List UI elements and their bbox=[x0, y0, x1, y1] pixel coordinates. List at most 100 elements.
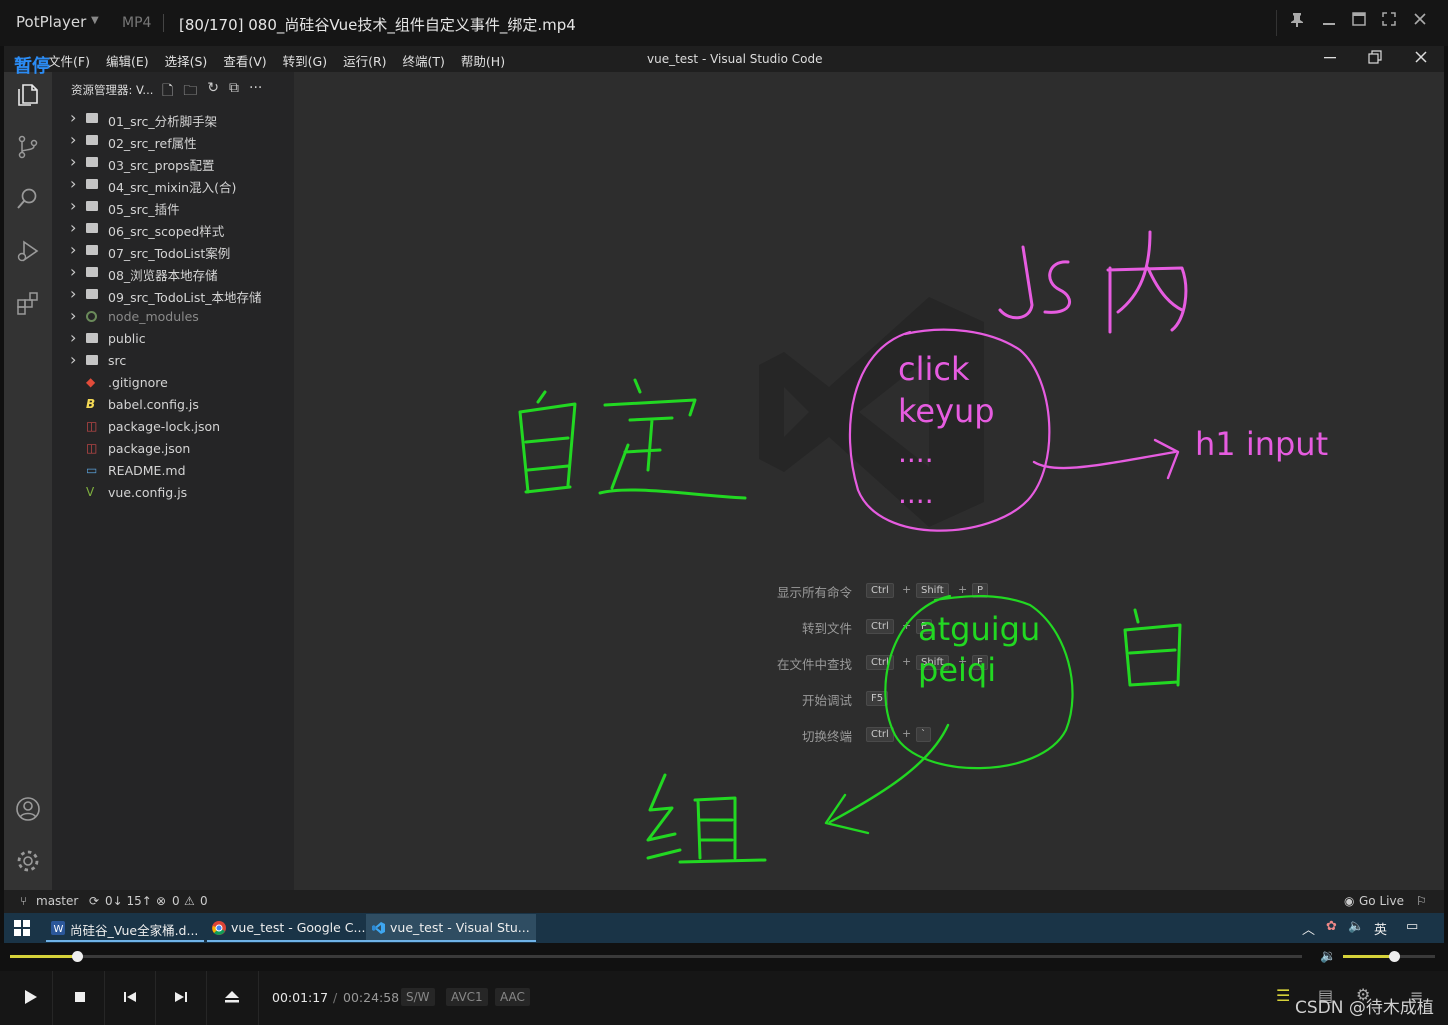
menu-help[interactable]: 帮助(H) bbox=[461, 51, 505, 70]
volume-icon[interactable]: 🔉 bbox=[1320, 949, 1336, 964]
tree-item[interactable]: › 04_src_mixin混入(合) bbox=[52, 174, 294, 196]
tray-app-icon[interactable]: ✿ bbox=[1326, 919, 1337, 934]
chevron-right-icon[interactable]: › bbox=[70, 174, 76, 193]
tree-item[interactable]: › src bbox=[52, 350, 294, 372]
audio-codec-tag[interactable]: AAC bbox=[495, 988, 530, 1006]
chevron-right-icon[interactable]: › bbox=[70, 152, 76, 171]
tree-item[interactable]: Bbabel.config.js bbox=[52, 394, 294, 416]
chevron-right-icon[interactable]: › bbox=[70, 262, 76, 281]
new-file-icon[interactable]: 🗋 bbox=[162, 80, 173, 104]
menu-file[interactable]: 文件(F) bbox=[48, 51, 90, 70]
taskbar-vscode[interactable]: vue_test - Visual Stu... bbox=[366, 914, 536, 942]
vscode-watermark-logo bbox=[759, 297, 984, 527]
seek-handle[interactable] bbox=[72, 951, 84, 962]
error-count[interactable]: 0 bbox=[172, 894, 180, 908]
refresh-icon[interactable]: ↻ bbox=[207, 80, 219, 104]
tree-item[interactable]: › public bbox=[52, 328, 294, 350]
chevron-right-icon[interactable]: › bbox=[70, 196, 76, 215]
speaker-icon[interactable]: 🔈 bbox=[1348, 919, 1364, 934]
warning-icon[interactable]: ⚠ bbox=[184, 894, 195, 908]
volume-handle[interactable] bbox=[1388, 951, 1400, 962]
error-icon[interactable]: ⊗ bbox=[156, 894, 166, 908]
tree-item[interactable]: › 07_src_TodoList案例 bbox=[52, 240, 294, 262]
tree-item[interactable]: › 05_src_插件 bbox=[52, 196, 294, 218]
pin-icon[interactable] bbox=[1290, 12, 1304, 32]
restore-icon[interactable] bbox=[1368, 50, 1382, 68]
feedback-icon[interactable]: ⚐ bbox=[1416, 894, 1427, 908]
chevron-right-icon[interactable]: › bbox=[70, 108, 76, 127]
tree-item[interactable]: › 06_src_scoped样式 bbox=[52, 218, 294, 240]
branch-name[interactable]: master bbox=[36, 894, 78, 908]
chevron-down-icon[interactable]: ▼ bbox=[91, 15, 99, 26]
extensions-icon[interactable] bbox=[15, 290, 41, 316]
chevron-right-icon[interactable]: › bbox=[70, 284, 76, 303]
menu-edit[interactable]: 编辑(E) bbox=[106, 51, 149, 70]
play-icon[interactable] bbox=[20, 987, 42, 1009]
menu-selection[interactable]: 选择(S) bbox=[165, 51, 208, 70]
chevron-right-icon[interactable]: › bbox=[70, 306, 76, 325]
ime-indicator[interactable]: 英 bbox=[1374, 919, 1387, 938]
playlist-search-icon[interactable]: ☰ bbox=[1276, 986, 1290, 1005]
tree-item[interactable]: › 08_浏览器本地存储 bbox=[52, 262, 294, 284]
player-brand[interactable]: PotPlayer bbox=[16, 13, 86, 31]
maximize-icon[interactable] bbox=[1352, 12, 1366, 30]
explorer-icon[interactable] bbox=[15, 82, 41, 108]
warning-count[interactable]: 0 bbox=[200, 894, 208, 908]
tree-item[interactable]: › node_modules bbox=[52, 306, 294, 328]
sync-icon[interactable]: ⟳ bbox=[89, 894, 99, 908]
eject-icon[interactable] bbox=[222, 987, 244, 1009]
stop-icon[interactable] bbox=[70, 987, 92, 1009]
tree-item[interactable]: ◫ package.json bbox=[52, 438, 294, 460]
tree-item[interactable]: ◫ package-lock.json bbox=[52, 416, 294, 438]
collapse-all-icon[interactable]: ⧉ bbox=[229, 80, 239, 104]
next-icon[interactable] bbox=[171, 987, 193, 1009]
source-control-icon[interactable] bbox=[15, 134, 41, 160]
branch-icon[interactable]: ⑂ bbox=[20, 894, 27, 908]
csdn-watermark: CSDN @待木成植 bbox=[1295, 998, 1434, 1018]
chevron-right-icon[interactable]: › bbox=[70, 350, 76, 369]
tree-item[interactable]: ◆ .gitignore bbox=[52, 372, 294, 394]
minimize-icon[interactable] bbox=[1323, 50, 1337, 68]
video-codec-tag[interactable]: AVC1 bbox=[446, 988, 488, 1006]
tree-item[interactable]: › 01_src_分析脚手架 bbox=[52, 108, 294, 130]
tree-item[interactable]: Vvue.config.js bbox=[52, 482, 294, 504]
tray-chevron-up-icon[interactable]: ︿ bbox=[1302, 919, 1315, 938]
menu-run[interactable]: 运行(R) bbox=[343, 51, 386, 70]
close-icon[interactable] bbox=[1413, 12, 1427, 30]
tree-item[interactable]: › 02_src_ref属性 bbox=[52, 130, 294, 152]
minimize-icon[interactable] bbox=[1322, 12, 1336, 30]
close-icon[interactable] bbox=[1414, 50, 1428, 68]
chevron-right-icon[interactable]: › bbox=[70, 218, 76, 237]
chrome-icon bbox=[212, 921, 226, 935]
tree-item[interactable]: ▭ README.md bbox=[52, 460, 294, 482]
new-folder-icon[interactable]: 🗀 bbox=[183, 80, 197, 104]
previous-icon[interactable] bbox=[120, 987, 142, 1009]
chevron-right-icon[interactable]: › bbox=[70, 328, 76, 347]
broadcast-icon[interactable]: ◉ bbox=[1344, 894, 1354, 908]
taskbar-chrome[interactable]: vue_test - Google C... bbox=[207, 914, 372, 942]
account-icon[interactable] bbox=[15, 796, 41, 822]
gear-icon[interactable] bbox=[15, 848, 41, 874]
taskbar-word[interactable]: W 尚硅谷_Vue全家桶.d... bbox=[46, 914, 205, 942]
decoder-tag[interactable]: S/W bbox=[401, 988, 435, 1006]
notification-icon[interactable]: ▭ bbox=[1406, 919, 1418, 934]
menu-go[interactable]: 转到(G) bbox=[283, 51, 327, 70]
sync-status[interactable]: 0↓ 15↑ bbox=[105, 894, 152, 908]
divider bbox=[104, 971, 105, 1025]
chevron-right-icon[interactable]: › bbox=[70, 240, 76, 259]
taskbar-label: vue_test - Visual Stu... bbox=[390, 920, 530, 935]
windows-start-icon[interactable] bbox=[14, 920, 30, 940]
fullscreen-icon[interactable] bbox=[1382, 12, 1396, 30]
folder-icon bbox=[86, 135, 98, 145]
go-live-button[interactable]: Go Live bbox=[1359, 894, 1404, 908]
seek-track[interactable] bbox=[10, 955, 1302, 958]
chevron-right-icon[interactable]: › bbox=[70, 130, 76, 149]
menu-terminal[interactable]: 终端(T) bbox=[403, 51, 445, 70]
menu-view[interactable]: 查看(V) bbox=[223, 51, 266, 70]
more-actions-icon[interactable]: ··· bbox=[249, 80, 262, 104]
tree-item[interactable]: › 03_src_props配置 bbox=[52, 152, 294, 174]
run-debug-icon[interactable] bbox=[15, 238, 41, 264]
markdown-icon: ▭ bbox=[86, 463, 98, 477]
search-icon[interactable] bbox=[15, 186, 41, 212]
tree-item[interactable]: › 09_src_TodoList_本地存储 bbox=[52, 284, 294, 306]
